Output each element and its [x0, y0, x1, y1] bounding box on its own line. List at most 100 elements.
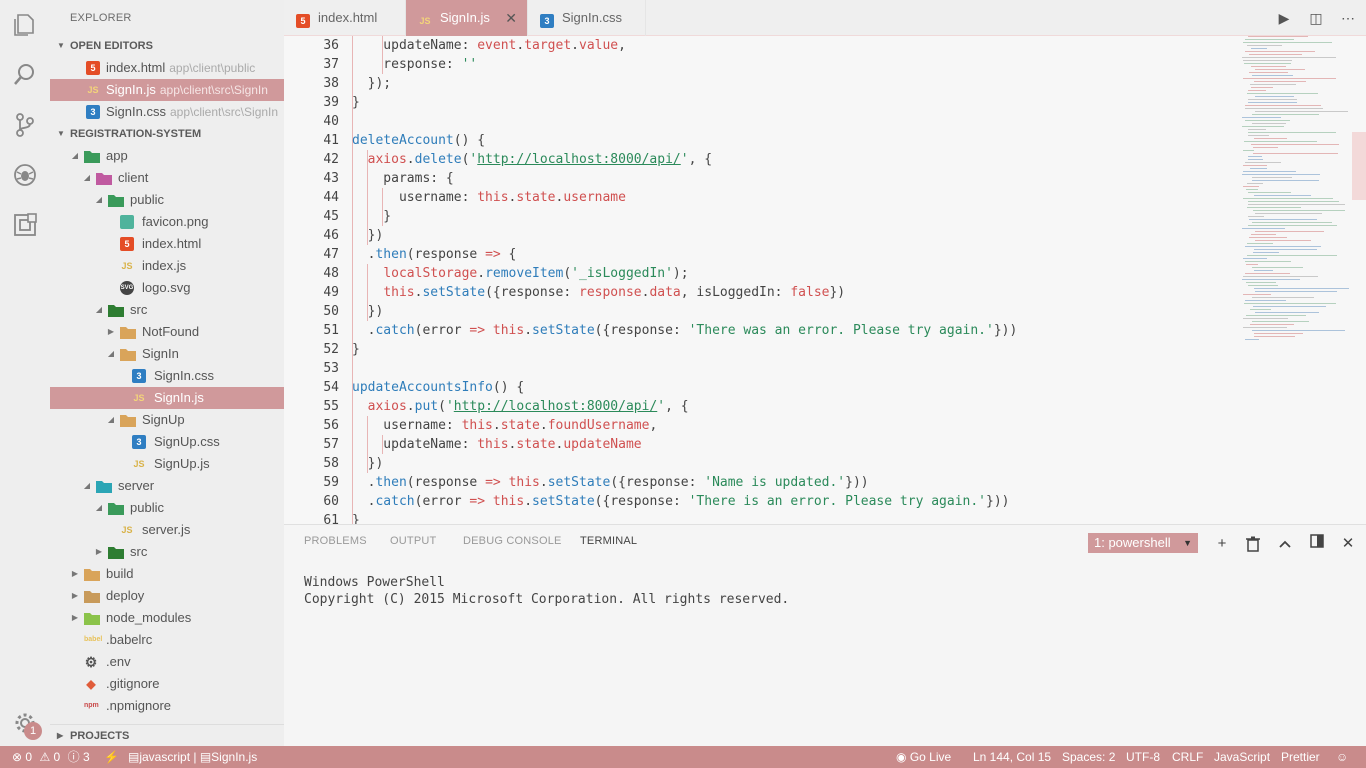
- open-editor-path: app\client\public: [169, 61, 256, 75]
- code-editor[interactable]: 36 37 38 39 40 41 42 43 44 45 46 47 48 49 50 51 52 53 54 55…: [284, 36, 1366, 524]
- chevron-down-icon[interactable]: ◢: [94, 189, 104, 211]
- search-icon[interactable]: [0, 50, 50, 100]
- tab-label: SignIn.css: [562, 10, 622, 25]
- tab-problems[interactable]: PROBLEMS: [304, 535, 367, 547]
- source-control-icon[interactable]: [0, 100, 50, 150]
- tree-folder[interactable]: ◢ SignIn: [50, 343, 284, 365]
- tab-signin-css[interactable]: 3 SignIn.css: [528, 0, 646, 36]
- terminal-select[interactable]: 1: powershell ▼: [1088, 533, 1198, 553]
- problems-status[interactable]: ⊗ 0 ⚠ 0 ⓘ 3: [12, 746, 90, 768]
- code-line: });: [352, 76, 392, 91]
- maximize-panel-icon[interactable]: [1273, 533, 1297, 555]
- chevron-right-icon[interactable]: ▶: [94, 541, 104, 563]
- css-file-icon: 3: [132, 435, 146, 449]
- chevron-right-icon[interactable]: ▶: [70, 607, 80, 629]
- tree-file[interactable]: JS SignIn.js: [50, 387, 284, 409]
- run-icon[interactable]: ▶: [1268, 0, 1300, 36]
- tree-file[interactable]: ◆ .gitignore: [50, 673, 284, 695]
- tree-item-label: node_modules: [106, 610, 192, 625]
- tab-output[interactable]: OUTPUT: [390, 535, 436, 547]
- toggle-panel-position-icon[interactable]: [1305, 533, 1329, 555]
- chevron-down-icon[interactable]: ◢: [70, 145, 80, 167]
- tree-folder[interactable]: ◢ public: [50, 189, 284, 211]
- tree-file[interactable]: SVG logo.svg: [50, 277, 284, 299]
- chevron-right-icon[interactable]: ▶: [70, 563, 80, 585]
- open-editor-name: SignIn.css: [106, 104, 166, 119]
- tree-file[interactable]: ⚙ .env: [50, 651, 284, 673]
- chevron-down-icon[interactable]: ◢: [106, 343, 116, 365]
- indentation-status[interactable]: Spaces: 2: [1062, 746, 1115, 768]
- more-actions-icon[interactable]: ⋯: [1332, 0, 1364, 36]
- tree-file[interactable]: 3 SignIn.css: [50, 365, 284, 387]
- warning-icon: ⚠: [39, 750, 51, 764]
- chevron-down-icon[interactable]: ◢: [82, 167, 92, 189]
- open-editor-item[interactable]: JS SignIn.js app\client\src\SignIn: [50, 79, 284, 101]
- tree-folder[interactable]: ▶ src: [50, 541, 284, 563]
- prettier-status[interactable]: Prettier: [1281, 746, 1320, 768]
- tree-file[interactable]: JS SignUp.js: [50, 453, 284, 475]
- projects-header[interactable]: ▶ PROJECTS: [50, 724, 284, 746]
- go-live-button[interactable]: ◉ Go Live: [896, 746, 951, 768]
- tree-file[interactable]: 3 SignUp.css: [50, 431, 284, 453]
- chevron-down-icon[interactable]: ◢: [94, 299, 104, 321]
- file-context-status[interactable]: ▤javascript | ▤SignIn.js: [128, 746, 257, 768]
- new-terminal-icon[interactable]: +: [1210, 533, 1234, 555]
- tree-folder[interactable]: ▶ NotFound: [50, 321, 284, 343]
- trash-icon[interactable]: [1241, 533, 1265, 555]
- tree-folder[interactable]: ◢ src: [50, 299, 284, 321]
- explorer-icon[interactable]: [0, 0, 50, 50]
- tab-index-html[interactable]: 5 index.html: [284, 0, 406, 36]
- tab-signin-js[interactable]: JS SignIn.js ✕: [406, 0, 528, 36]
- bottom-panel: PROBLEMS OUTPUT DEBUG CONSOLE TERMINAL 1…: [284, 524, 1366, 746]
- chevron-down-icon[interactable]: ◢: [82, 475, 92, 497]
- tree-file[interactable]: babel .babelrc: [50, 629, 284, 651]
- line-number: 52: [323, 342, 339, 357]
- minimap[interactable]: [1236, 36, 1356, 524]
- folder-open-icon: [108, 193, 124, 207]
- code-line: }: [352, 342, 360, 357]
- open-editors-header[interactable]: ▼ OPEN EDITORS: [50, 35, 284, 57]
- split-editor-icon[interactable]: ◫: [1300, 0, 1332, 36]
- code-line: }: [352, 209, 392, 224]
- file-icon: ▤: [199, 750, 212, 764]
- chevron-right-icon[interactable]: ▶: [106, 321, 116, 343]
- tree-file[interactable]: favicon.png: [50, 211, 284, 233]
- settings-gear-icon[interactable]: [0, 698, 50, 748]
- tab-debug-console[interactable]: DEBUG CONSOLE: [463, 535, 562, 547]
- chevron-down-icon[interactable]: ◢: [106, 409, 116, 431]
- eol-status[interactable]: CRLF: [1172, 746, 1203, 768]
- warning-count: 0: [53, 750, 61, 764]
- tree-file[interactable]: 5 index.html: [50, 233, 284, 255]
- encoding-status[interactable]: UTF-8: [1126, 746, 1160, 768]
- tree-folder[interactable]: ▶ build: [50, 563, 284, 585]
- tree-folder[interactable]: ◢ app: [50, 145, 284, 167]
- extensions-icon[interactable]: [0, 200, 50, 250]
- tree-folder[interactable]: ◢ server: [50, 475, 284, 497]
- tree-file[interactable]: JS server.js: [50, 519, 284, 541]
- line-number: 60: [323, 494, 339, 509]
- tree-folder[interactable]: ▶ deploy: [50, 585, 284, 607]
- open-editor-item[interactable]: 5 index.html app\client\public: [50, 57, 284, 79]
- tree-item-label: NotFound: [142, 324, 200, 339]
- tree-file[interactable]: JS index.js: [50, 255, 284, 277]
- language-mode-status[interactable]: JavaScript: [1214, 746, 1270, 768]
- cursor-position[interactable]: Ln 144, Col 15: [973, 746, 1051, 768]
- chevron-down-icon[interactable]: ◢: [94, 497, 104, 519]
- tree-folder[interactable]: ◢ SignUp: [50, 409, 284, 431]
- line-number: 37: [323, 57, 339, 72]
- debug-icon[interactable]: [0, 150, 50, 200]
- project-header[interactable]: ▼ REGISTRATION-SYSTEM: [50, 123, 284, 145]
- open-editor-item[interactable]: 3 SignIn.css app\client\src\SignIn: [50, 101, 284, 123]
- feedback-smiley-icon[interactable]: ☺: [1336, 746, 1348, 768]
- tree-folder[interactable]: ▶ node_modules: [50, 607, 284, 629]
- close-panel-icon[interactable]: ✕: [1336, 533, 1360, 555]
- tab-terminal[interactable]: TERMINAL: [580, 535, 637, 547]
- lightning-icon[interactable]: ⚡: [104, 746, 119, 768]
- tree-folder[interactable]: ◢ public: [50, 497, 284, 519]
- close-icon[interactable]: ✕: [505, 0, 517, 36]
- chevron-right-icon[interactable]: ▶: [70, 585, 80, 607]
- tree-folder[interactable]: ◢ client: [50, 167, 284, 189]
- editor-scrollbar-thumb[interactable]: [1352, 132, 1366, 200]
- code-area[interactable]: updateName: event.target.value, response…: [352, 36, 1232, 524]
- tree-file[interactable]: npm .npmignore: [50, 695, 284, 717]
